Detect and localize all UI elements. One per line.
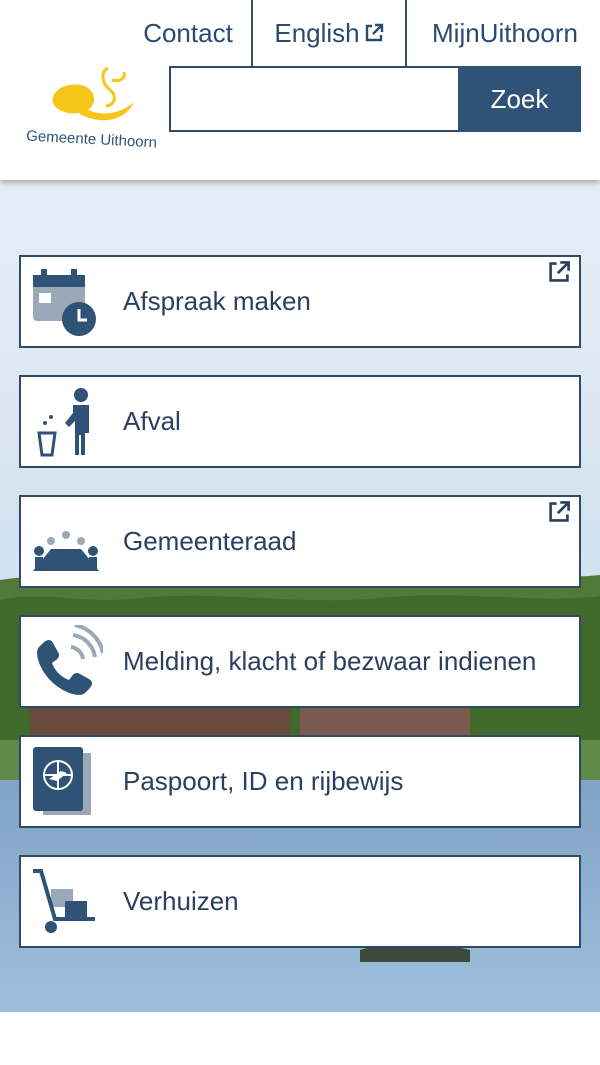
municipality-logo[interactable]: Gemeente Uithoorn <box>22 62 168 154</box>
tile-label: Afval <box>123 406 181 436</box>
english-link[interactable]: English <box>253 0 405 66</box>
external-link-icon <box>547 260 571 284</box>
hand-truck-icon <box>29 865 103 939</box>
tile-label: Gemeenteraad <box>123 526 297 556</box>
quick-link-tile[interactable]: Paspoort, ID en rijbewijs <box>19 735 581 828</box>
mijn-uithoorn-link[interactable]: MijnUithoorn <box>410 0 600 66</box>
quick-link-tile[interactable]: Melding, klacht of bezwaar indienen <box>19 615 581 708</box>
external-link-icon <box>365 23 383 42</box>
quick-link-tile[interactable]: Afspraak maken <box>19 255 581 348</box>
external-link-icon <box>547 500 571 524</box>
quick-link-tile[interactable]: Gemeenteraad <box>19 495 581 588</box>
quick-link-tile[interactable]: Afval <box>19 375 581 468</box>
svg-text:Gemeente Uithoorn: Gemeente Uithoorn <box>26 128 158 152</box>
calendar-clock-icon <box>29 265 103 339</box>
council-meeting-icon <box>29 505 103 579</box>
contact-link[interactable]: Contact <box>130 0 246 66</box>
tile-label: Paspoort, ID en rijbewijs <box>123 766 404 796</box>
tile-label: Afspraak maken <box>123 286 311 316</box>
quick-link-tile[interactable]: Verhuizen <box>19 855 581 948</box>
passport-icon <box>29 745 103 819</box>
tile-label: Melding, klacht of bezwaar indienen <box>123 646 537 676</box>
phone-icon <box>29 623 105 699</box>
logo-emblem-icon: Gemeente Uithoorn <box>26 66 158 152</box>
site-header: Contact English MijnUithoorn Gemeente Ui… <box>0 0 600 180</box>
search-button[interactable]: Zoek <box>458 66 581 132</box>
waste-person-icon <box>29 385 103 459</box>
search-input[interactable] <box>169 66 459 132</box>
tile-label: Verhuizen <box>123 886 239 916</box>
divider <box>405 0 407 66</box>
